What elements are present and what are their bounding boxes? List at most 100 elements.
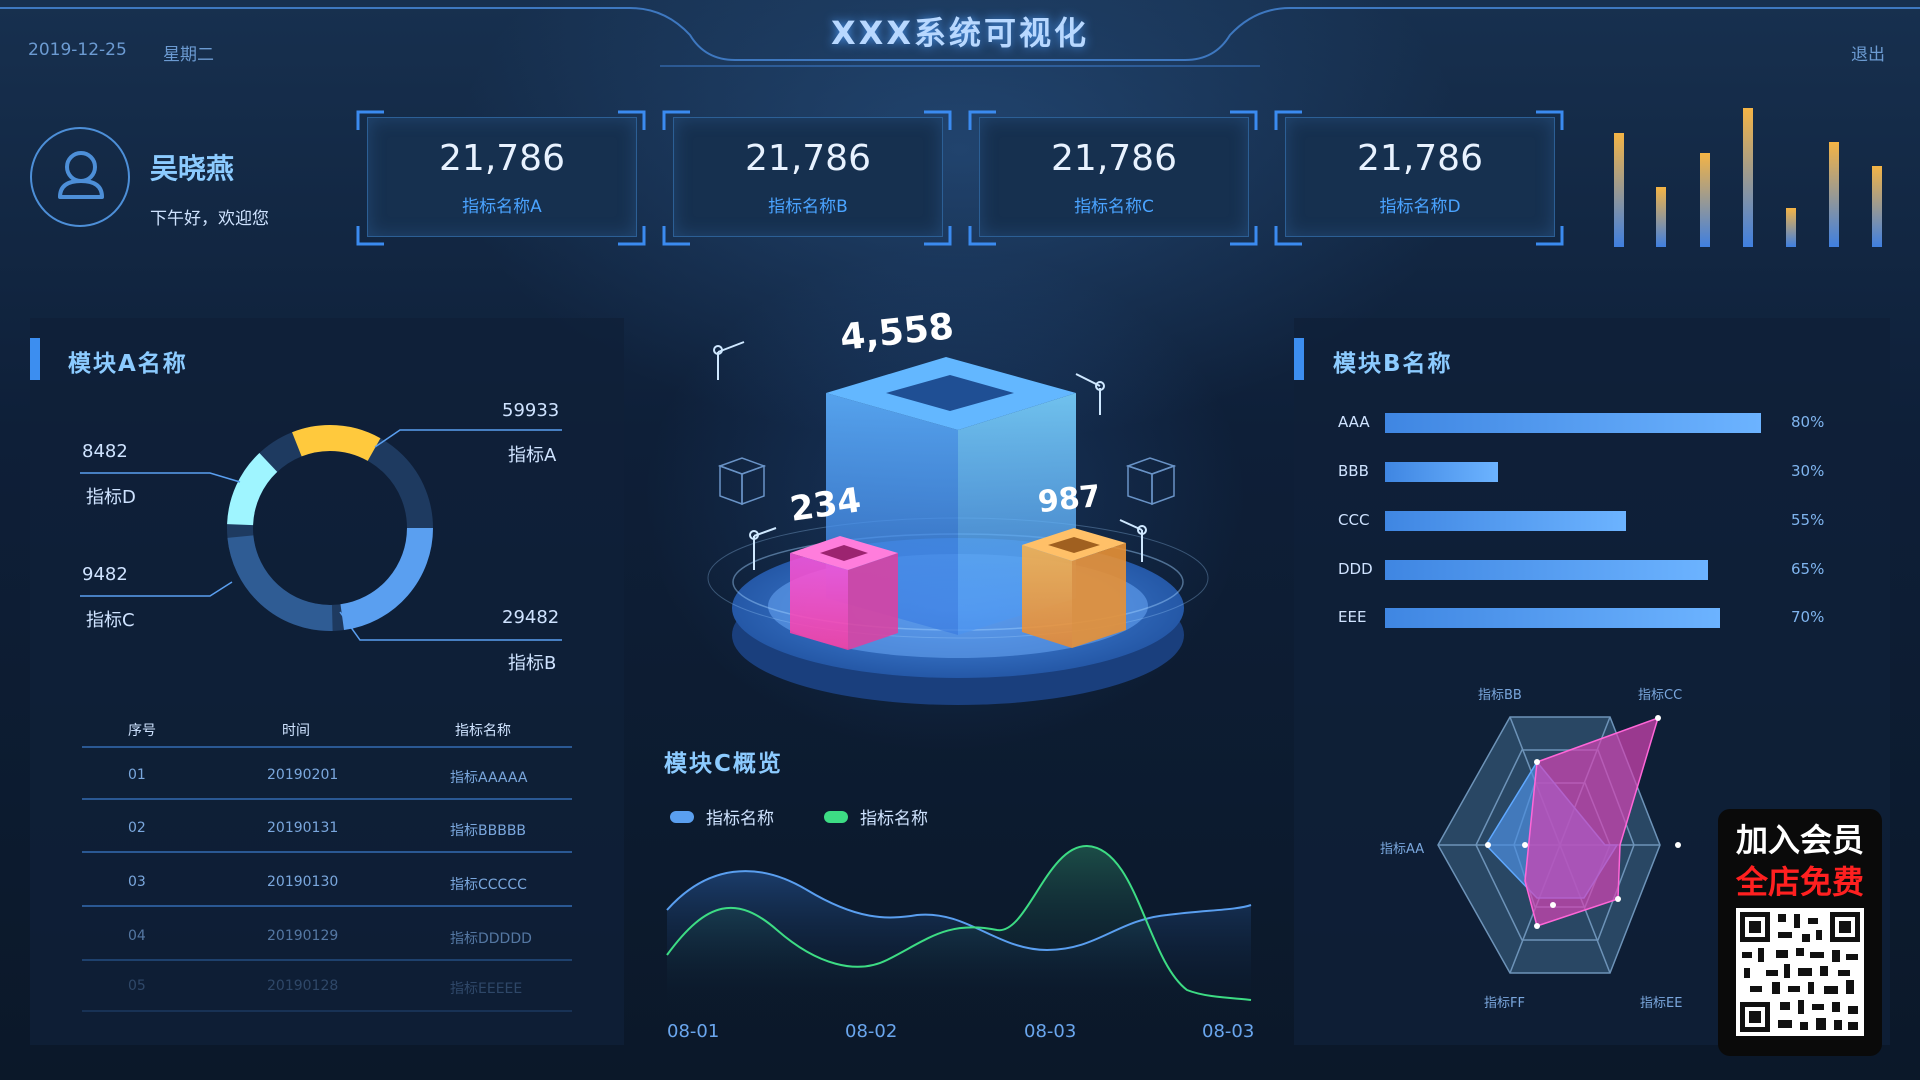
progress-bar: [1385, 462, 1761, 482]
qr-code-icon[interactable]: [1736, 908, 1864, 1036]
title-accent: [1294, 338, 1304, 380]
radar-point: [1485, 842, 1491, 848]
table-cell: 20190201: [267, 767, 339, 783]
table-divider: [82, 851, 572, 853]
mini-bar: [1786, 208, 1796, 247]
bar-percent: 55%: [1791, 511, 1825, 529]
table-divider: [82, 905, 572, 907]
radar-point: [1550, 902, 1556, 908]
bar-fill: [1385, 560, 1709, 580]
donut-name-b: 指标B: [508, 653, 557, 674]
bar-percent: 80%: [1791, 413, 1825, 431]
mini-bar-chart: [1614, 108, 1882, 247]
table-cell: 02: [128, 820, 146, 836]
legend-dot-blue: [670, 811, 694, 823]
legend-dot-green: [824, 811, 848, 823]
mini-bar: [1872, 166, 1882, 247]
donut-value-c: 9482: [82, 564, 128, 585]
bar-label: CCC: [1338, 511, 1370, 529]
bar-percent: 30%: [1791, 462, 1825, 480]
x-tick-label: 08-03: [1202, 1021, 1255, 1042]
bar-label: BBB: [1338, 462, 1369, 480]
wire-cube-left: [717, 457, 767, 506]
radar-point: [1522, 842, 1528, 848]
table-cell: 20190129: [267, 928, 339, 944]
donut-value-a: 59933: [502, 400, 560, 421]
table-cell: 指标CCCCC: [450, 877, 527, 893]
center-graphic: [707, 341, 1209, 705]
table-divider: [82, 798, 572, 800]
donut-name-c: 指标C: [86, 610, 135, 631]
progress-bar: [1385, 511, 1761, 531]
progress-bar: [1385, 413, 1761, 433]
legend-label: 指标名称: [860, 809, 928, 829]
promo-subtitle: 全店免费: [1735, 863, 1864, 901]
x-tick-label: 08-01: [667, 1021, 720, 1042]
wire-cube-right: [1125, 457, 1177, 506]
radar-label: 指标CC: [1638, 688, 1683, 703]
mini-bar: [1700, 153, 1710, 247]
radar-point: [1534, 923, 1540, 929]
radar-point: [1675, 842, 1681, 848]
table-cell: 指标AAAAA: [450, 770, 528, 786]
radar-chart: [1437, 715, 1681, 974]
table-cell: 05: [128, 978, 146, 994]
bar-label: AAA: [1338, 413, 1370, 431]
donut-name-a: 指标A: [508, 445, 557, 466]
leader-line: [80, 472, 241, 483]
bar-fill: [1385, 511, 1626, 531]
bar-fill: [1385, 462, 1498, 482]
radar-label: 指标FF: [1484, 996, 1525, 1011]
table-divider: [82, 959, 572, 961]
table-cell: 20190131: [267, 820, 339, 836]
bar-percent: 70%: [1791, 608, 1825, 626]
bar-label: EEE: [1338, 608, 1367, 626]
progress-bar: [1385, 560, 1761, 580]
table-cell: 20190128: [267, 978, 339, 994]
bar-fill: [1385, 608, 1720, 628]
promo-box[interactable]: 加入会员 全店免费: [1718, 809, 1882, 1056]
donut-value-b: 29482: [502, 607, 560, 628]
table-divider: [82, 746, 572, 748]
center-right-value: 987: [1036, 478, 1103, 521]
legend-label: 指标名称: [706, 809, 774, 829]
radar-label: 指标AA: [1380, 842, 1425, 857]
bar-fill: [1385, 413, 1761, 433]
table-header-time: 时间: [282, 723, 310, 739]
bar-percent: 65%: [1791, 560, 1825, 578]
mini-bar: [1656, 187, 1666, 247]
pink-cube-left: [790, 553, 848, 650]
radar-point: [1615, 896, 1621, 902]
pink-cube-right: [848, 553, 898, 650]
donut-value-d: 8482: [82, 441, 128, 462]
line-chart: [666, 844, 1252, 1010]
table-cell: 03: [128, 874, 146, 890]
donut-chart: [80, 425, 562, 641]
table-cell: 04: [128, 928, 146, 944]
table-cell: 01: [128, 767, 146, 783]
bar-label: DDD: [1338, 560, 1373, 578]
table-header-index: 序号: [128, 723, 156, 739]
progress-bar: [1385, 608, 1761, 628]
table-cell: 指标EEEEE: [450, 981, 523, 997]
x-tick-label: 08-02: [845, 1021, 898, 1042]
table-cell: 指标DDDDD: [450, 931, 532, 947]
table-header-name: 指标名称: [455, 723, 511, 739]
table-divider: [82, 1010, 572, 1012]
orange-cube-left: [1022, 545, 1072, 648]
x-tick-label: 08-03: [1024, 1021, 1077, 1042]
radar-label: 指标EE: [1640, 996, 1683, 1011]
radar-point: [1534, 759, 1540, 765]
radar-point: [1655, 715, 1661, 721]
mini-bar: [1614, 133, 1624, 247]
donut-name-d: 指标D: [86, 487, 136, 508]
orange-cube-right: [1072, 543, 1126, 648]
mini-bar: [1743, 108, 1753, 247]
module-b-title: 模块B名称: [1333, 351, 1453, 377]
table-cell: 指标BBBBB: [450, 823, 527, 839]
radar-label: 指标BB: [1478, 688, 1522, 703]
mini-bar: [1829, 142, 1839, 247]
promo-title: 加入会员: [1735, 821, 1864, 859]
module-c-title: 模块C概览: [664, 751, 783, 777]
table-cell: 20190130: [267, 874, 339, 890]
